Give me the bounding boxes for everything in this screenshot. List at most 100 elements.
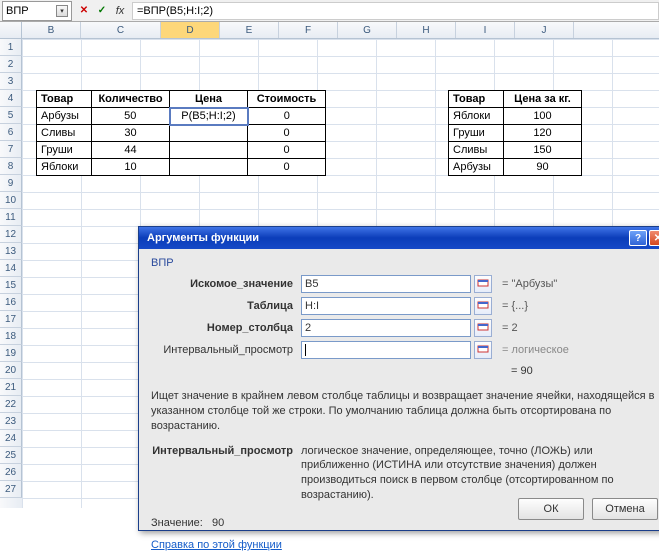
- th-price: Цена за кг.: [504, 91, 582, 108]
- cell-price[interactable]: 150: [504, 142, 582, 159]
- cell-qty[interactable]: 44: [92, 142, 170, 159]
- cell-item[interactable]: Груши: [37, 142, 92, 159]
- arg-label: Интервальный_просмотр: [151, 344, 301, 356]
- cell-item[interactable]: Сливы: [449, 142, 504, 159]
- row-header-15[interactable]: 15: [0, 277, 22, 294]
- arg-input-lookup[interactable]: B5: [301, 275, 471, 293]
- cell-price[interactable]: 120: [504, 125, 582, 142]
- row-header-5[interactable]: 5: [0, 107, 22, 124]
- row-header-11[interactable]: 11: [0, 209, 22, 226]
- row-header-22[interactable]: 22: [0, 396, 22, 413]
- col-header-E[interactable]: E: [220, 22, 279, 38]
- cell-item[interactable]: Груши: [449, 125, 504, 142]
- row-header-13[interactable]: 13: [0, 243, 22, 260]
- cell-item[interactable]: Яблоки: [449, 108, 504, 125]
- cell-item[interactable]: Яблоки: [37, 159, 92, 176]
- row-header-10[interactable]: 10: [0, 192, 22, 209]
- col-header-J[interactable]: J: [515, 22, 574, 38]
- row-header-2[interactable]: 2: [0, 56, 22, 73]
- cell-cost[interactable]: 0: [248, 159, 326, 176]
- collapse-dialog-icon[interactable]: [474, 275, 492, 293]
- cancel-button[interactable]: Отмена: [592, 498, 658, 520]
- arg-label: Искомое_значение: [151, 278, 301, 290]
- grid[interactable]: Товар Количество Цена Стоимость Арбузы 5…: [22, 39, 659, 508]
- cell-price-selected[interactable]: Р(B5;H:I;2): [170, 108, 248, 125]
- row-header-25[interactable]: 25: [0, 447, 22, 464]
- cell-qty[interactable]: 30: [92, 125, 170, 142]
- arg-input-table[interactable]: H:I: [301, 297, 471, 315]
- th-item: Товар: [37, 91, 92, 108]
- function-description: Ищет значение в крайнем левом столбце та…: [151, 389, 658, 434]
- row-header-3[interactable]: 3: [0, 73, 22, 90]
- arg-input-col[interactable]: 2: [301, 319, 471, 337]
- formula-input[interactable]: =ВПР(B5;H:I;2): [132, 2, 659, 20]
- col-header-G[interactable]: G: [338, 22, 397, 38]
- cell-qty[interactable]: 50: [92, 108, 170, 125]
- row-header-14[interactable]: 14: [0, 260, 22, 277]
- name-box-dropdown-icon[interactable]: ▾: [56, 5, 68, 17]
- dialog-help-button[interactable]: ?: [629, 230, 647, 246]
- cell-cost[interactable]: 0: [248, 125, 326, 142]
- cell-price[interactable]: [170, 142, 248, 159]
- row-header-26[interactable]: 26: [0, 464, 22, 481]
- cell-price[interactable]: 100: [504, 108, 582, 125]
- table-row: Яблоки 100: [449, 108, 582, 125]
- cell-item[interactable]: Арбузы: [449, 159, 504, 176]
- arg-label: Таблица: [151, 300, 301, 312]
- name-box-value: ВПР: [6, 5, 29, 17]
- cell-cost[interactable]: 0: [248, 142, 326, 159]
- select-all-corner[interactable]: [0, 22, 22, 38]
- dialog-titlebar[interactable]: Аргументы функции ? ✕: [139, 227, 659, 249]
- row-header-19[interactable]: 19: [0, 345, 22, 362]
- row-header-24[interactable]: 24: [0, 430, 22, 447]
- col-header-B[interactable]: B: [22, 22, 81, 38]
- cell-item[interactable]: Арбузы: [37, 108, 92, 125]
- cell-item[interactable]: Сливы: [37, 125, 92, 142]
- confirm-formula-button[interactable]: ✓: [94, 3, 110, 19]
- row-header-8[interactable]: 8: [0, 158, 22, 175]
- cancel-formula-button[interactable]: ✕: [76, 3, 92, 19]
- collapse-dialog-icon[interactable]: [474, 319, 492, 337]
- row-header-20[interactable]: 20: [0, 362, 22, 379]
- collapse-dialog-icon[interactable]: [474, 341, 492, 359]
- arg-row-lookup: Искомое_значение B5 = "Арбузы": [151, 275, 658, 293]
- fx-button[interactable]: fx: [112, 3, 128, 19]
- row-header-6[interactable]: 6: [0, 124, 22, 141]
- row-header-1[interactable]: 1: [0, 39, 22, 56]
- row-header-12[interactable]: 12: [0, 226, 22, 243]
- row-header-23[interactable]: 23: [0, 413, 22, 430]
- col-header-H[interactable]: H: [397, 22, 456, 38]
- table-row: Арбузы 90: [449, 159, 582, 176]
- row-header-17[interactable]: 17: [0, 311, 22, 328]
- cell-price[interactable]: 90: [504, 159, 582, 176]
- cell-qty[interactable]: 10: [92, 159, 170, 176]
- function-help-link[interactable]: Справка по этой функции: [151, 539, 282, 551]
- col-header-D[interactable]: D: [161, 22, 220, 38]
- cell-price[interactable]: [170, 125, 248, 142]
- cell-price[interactable]: [170, 159, 248, 176]
- col-header-I[interactable]: I: [456, 22, 515, 38]
- argument-help-text: логическое значение, определяющее, точно…: [301, 444, 658, 503]
- row-header-4[interactable]: 4: [0, 90, 22, 107]
- result-label: Значение:: [151, 517, 203, 529]
- ok-button[interactable]: ОК: [518, 498, 584, 520]
- row-header-21[interactable]: 21: [0, 379, 22, 396]
- col-header-C[interactable]: C: [81, 22, 161, 38]
- collapse-dialog-icon[interactable]: [474, 297, 492, 315]
- row-header-16[interactable]: 16: [0, 294, 22, 311]
- th-item: Товар: [449, 91, 504, 108]
- row-header-7[interactable]: 7: [0, 141, 22, 158]
- name-box[interactable]: ВПР ▾: [2, 1, 72, 21]
- table-row: Сливы 30 0: [37, 125, 326, 142]
- arg-input-range[interactable]: [301, 341, 471, 359]
- column-headers: B C D E F G H I J: [0, 22, 659, 39]
- row-header-18[interactable]: 18: [0, 328, 22, 345]
- argument-help-label: Интервальный_просмотр: [151, 444, 301, 503]
- row-header-9[interactable]: 9: [0, 175, 22, 192]
- cell-cost[interactable]: 0: [248, 108, 326, 125]
- dialog-close-button[interactable]: ✕: [649, 230, 659, 246]
- row-header-27[interactable]: 27: [0, 481, 22, 498]
- table-row: Груши 120: [449, 125, 582, 142]
- col-header-F[interactable]: F: [279, 22, 338, 38]
- dialog-function-name: ВПР: [151, 257, 658, 269]
